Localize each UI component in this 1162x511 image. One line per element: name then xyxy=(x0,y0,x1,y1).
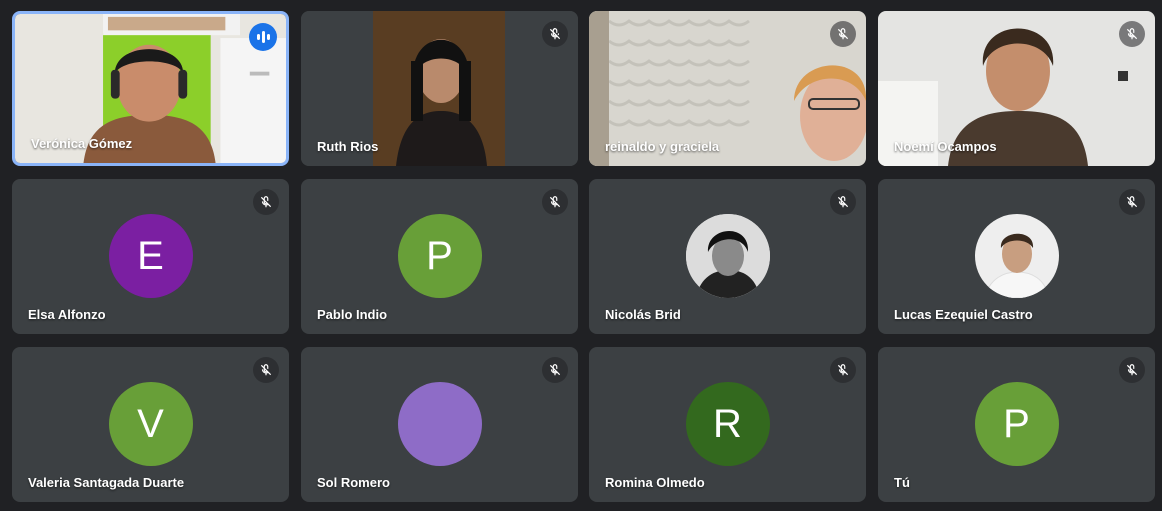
participant-tile-reinaldo-y-graciela[interactable]: reinaldo y graciela xyxy=(589,11,866,166)
participant-tile-veronica-gomez[interactable]: Verónica Gómez xyxy=(12,11,289,166)
avatar-photo xyxy=(974,214,1059,298)
participant-name: Tú xyxy=(894,475,910,490)
mic-off-icon xyxy=(253,357,279,383)
mic-off-icon xyxy=(830,21,856,47)
avatar: P xyxy=(397,214,482,298)
mic-off-icon xyxy=(1119,357,1145,383)
participant-tile-elsa-alfonzo[interactable]: E Elsa Alfonzo xyxy=(12,179,289,334)
mic-off-icon xyxy=(830,357,856,383)
mic-off-icon xyxy=(1119,189,1145,215)
mic-off-icon xyxy=(830,189,856,215)
avatar: R xyxy=(685,382,770,466)
participant-name: Verónica Gómez xyxy=(31,136,133,151)
participant-tile-noemi-ocampos[interactable]: Noemí Ocampos xyxy=(878,11,1155,166)
mic-off-icon xyxy=(542,189,568,215)
participant-name: Lucas Ezequiel Castro xyxy=(894,307,1033,322)
audio-level-icon xyxy=(249,23,277,51)
participant-name: Noemí Ocampos xyxy=(894,139,997,154)
mic-off-icon xyxy=(253,189,279,215)
participant-name: Nicolás Brid xyxy=(605,307,681,322)
participant-tile-nicolas-brid[interactable]: Nicolás Brid xyxy=(589,179,866,334)
participant-grid: Verónica Gómez Ruth Rios reinaldo y grac… xyxy=(0,0,1162,511)
participant-name: Pablo Indio xyxy=(317,307,388,322)
participant-name: Romina Olmedo xyxy=(605,475,705,490)
participant-name: Valeria Santagada Duarte xyxy=(28,475,185,490)
participant-name: Sol Romero xyxy=(317,475,390,490)
participant-name: reinaldo y graciela xyxy=(605,139,720,154)
participant-name: Ruth Rios xyxy=(317,139,379,154)
mic-off-icon xyxy=(1119,21,1145,47)
participant-tile-valeria-santagada-duarte[interactable]: V Valeria Santagada Duarte xyxy=(12,347,289,502)
avatar: E xyxy=(108,214,193,298)
participant-tile-self[interactable]: P Tú xyxy=(878,347,1155,502)
participant-name: Elsa Alfonzo xyxy=(28,307,106,322)
participant-tile-ruth-rios[interactable]: Ruth Rios xyxy=(301,11,578,166)
avatar xyxy=(397,382,482,466)
mic-off-icon xyxy=(542,21,568,47)
avatar: V xyxy=(108,382,193,466)
participant-tile-lucas-ezequiel-castro[interactable]: Lucas Ezequiel Castro xyxy=(878,179,1155,334)
participant-tile-pablo-indio[interactable]: P Pablo Indio xyxy=(301,179,578,334)
avatar-photo xyxy=(685,214,770,298)
avatar: P xyxy=(974,382,1059,466)
participant-tile-romina-olmedo[interactable]: R Romina Olmedo xyxy=(589,347,866,502)
mic-off-icon xyxy=(542,357,568,383)
participant-tile-sol-romero[interactable]: Sol Romero xyxy=(301,347,578,502)
